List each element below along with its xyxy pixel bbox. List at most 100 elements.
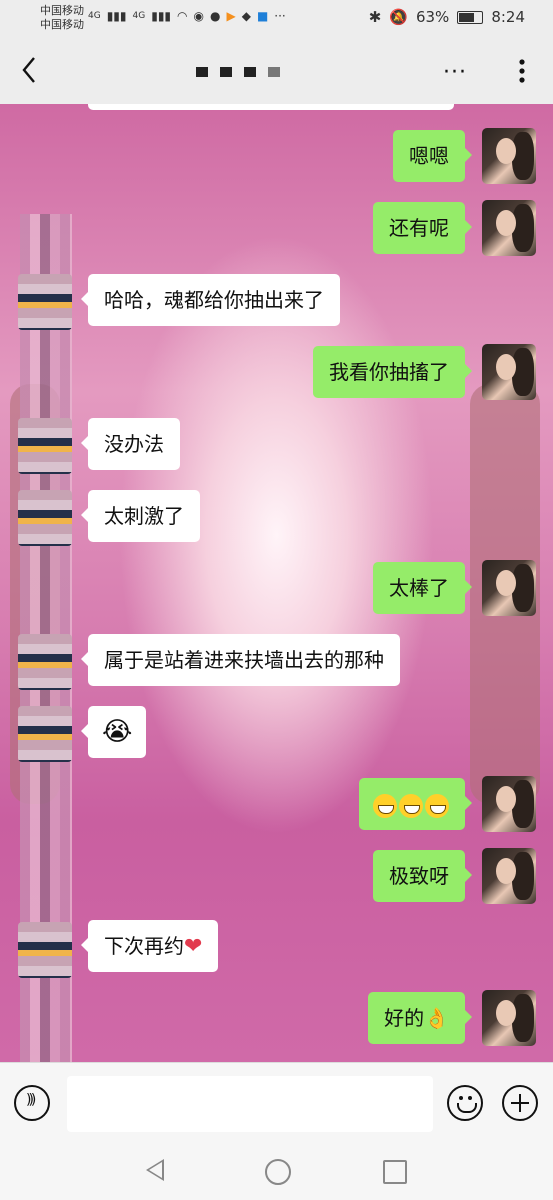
voice-input-icon[interactable] — [14, 1085, 50, 1121]
message-row: 我看你抽搐了 — [313, 346, 472, 398]
my-avatar[interactable] — [482, 776, 536, 832]
avatar-hair — [512, 204, 534, 252]
my-avatar[interactable] — [482, 990, 536, 1046]
avatar-face — [496, 354, 516, 380]
battery-level — [459, 12, 475, 22]
contact-avatar[interactable] — [18, 418, 72, 474]
message-text: 好的 — [384, 1006, 425, 1030]
emoji-picker-icon[interactable] — [447, 1085, 483, 1121]
message-bubble-out[interactable]: 还有呢 — [373, 202, 472, 254]
carrier-labels: 中国移动 中国移动 — [40, 4, 84, 32]
chevron-left-icon[interactable] — [16, 54, 44, 86]
crying-laughing-emoji-icon: 😭 — [102, 717, 133, 747]
contact-avatar[interactable] — [18, 634, 72, 690]
message-row: 哈哈，魂都给你抽出来了 — [81, 274, 340, 326]
add-attachment-icon[interactable] — [502, 1085, 538, 1121]
network-2-label: 4G — [132, 11, 146, 21]
message-row — [359, 778, 472, 830]
chat-messages-area[interactable]: 嗯嗯 还有呢 哈哈，魂都给你抽出来了 我看你抽搐了 没办法 太刺激了 太棒了 属… — [0, 104, 553, 1062]
avatar-hair — [512, 564, 534, 612]
mosaic-block — [244, 66, 256, 77]
avatar-face — [496, 210, 516, 236]
message-bubble-out[interactable]: 极致呀 — [373, 850, 472, 902]
signal-icon: ▮▮▮ — [106, 9, 127, 23]
avatar-face — [496, 1000, 516, 1026]
avatar-face — [496, 570, 516, 596]
avatar-face — [496, 786, 516, 812]
clock: 8:24 — [491, 8, 525, 26]
message-row: 嗯嗯 — [393, 130, 472, 182]
message-row: 😭 — [80, 706, 147, 758]
message-bubble-in[interactable]: 哈哈，魂都给你抽出来了 — [81, 274, 340, 326]
message-bubble-partial — [88, 104, 454, 110]
message-bubble-out[interactable] — [359, 778, 472, 830]
message-row: 属于是站着进来扶墙出去的那种 — [81, 634, 400, 686]
mosaic-block — [220, 66, 232, 77]
contact-avatar[interactable] — [18, 274, 72, 330]
message-bubble-out[interactable]: 太棒了 — [373, 562, 472, 614]
more-options-button[interactable]: ··· — [443, 60, 467, 85]
nav-back-icon[interactable] — [146, 1159, 164, 1181]
wifi-icon: ◠ — [177, 9, 188, 23]
contact-avatar[interactable] — [18, 706, 72, 762]
mosaic-block — [196, 66, 208, 77]
message-bubble-in[interactable]: 😭 — [80, 706, 147, 758]
message-bubble-in[interactable]: 太刺激了 — [81, 490, 200, 542]
avatar-face — [496, 138, 516, 164]
carrier-1: 中国移动 — [40, 4, 84, 17]
my-avatar[interactable] — [482, 344, 536, 400]
message-row: 下次再约❤ — [80, 920, 219, 972]
grinning-emoji-icon — [399, 793, 423, 818]
status-icons: 4G ▮▮▮ 4G ▮▮▮ ◠ ◉ ● ▶ ◆ ■ ··· — [88, 9, 286, 23]
video-app-icon: ▶ — [226, 9, 236, 23]
contact-avatar[interactable] — [18, 922, 72, 978]
mosaic-block — [268, 66, 280, 77]
carrier-2: 中国移动 — [40, 18, 84, 31]
nav-recents-icon[interactable] — [383, 1160, 407, 1184]
message-bubble-out[interactable]: 好的👌 — [368, 992, 472, 1044]
emoji-mouth — [457, 1103, 477, 1113]
battery-icon — [457, 10, 484, 24]
message-row: 没办法 — [81, 418, 180, 470]
grinning-emoji-icon — [425, 793, 449, 818]
app-icon-blue: ■ — [256, 9, 269, 23]
status-bar: 中国移动 中国移动 4G ▮▮▮ 4G ▮▮▮ ◠ ◉ ● ▶ ◆ ■ ··· … — [0, 0, 553, 36]
message-bubble-icon: ◆ — [241, 9, 251, 23]
app-notification-icon: ◉ — [193, 9, 204, 23]
grinning-emoji-icon — [373, 793, 397, 818]
my-avatar[interactable] — [482, 128, 536, 184]
message-input[interactable] — [67, 1076, 433, 1132]
message-bubble-in[interactable]: 没办法 — [81, 418, 180, 470]
chat-header: ··· — [0, 36, 553, 104]
avatar-face — [496, 858, 516, 884]
emoji-eye — [468, 1096, 472, 1100]
signal-icon-2: ▮▮▮ — [151, 9, 172, 23]
battery-percent: 63% — [415, 8, 450, 26]
contact-avatar[interactable] — [18, 490, 72, 546]
avatar-hair — [512, 132, 534, 180]
message-bubble-in[interactable]: 下次再约❤ — [80, 920, 219, 972]
system-nav-bar — [0, 1142, 553, 1200]
my-avatar[interactable] — [482, 848, 536, 904]
message-bubble-in[interactable]: 属于是站着进来扶墙出去的那种 — [81, 634, 400, 686]
message-row: 还有呢 — [373, 202, 472, 254]
message-bubble-out[interactable]: 嗯嗯 — [393, 130, 472, 182]
status-right: ✱ 🔕 63% 8:24 — [369, 8, 525, 26]
bluetooth-icon: ✱ — [368, 8, 382, 26]
emoji-eye — [459, 1096, 463, 1100]
input-bar — [0, 1062, 553, 1143]
my-avatar[interactable] — [482, 200, 536, 256]
kebab-menu-icon[interactable] — [512, 56, 532, 86]
message-bubble-out[interactable]: 我看你抽搐了 — [313, 346, 472, 398]
avatar-hair — [512, 994, 534, 1042]
chat-notification-icon: ● — [210, 9, 221, 23]
mute-icon: 🔕 — [389, 8, 408, 26]
network-1-label: 4G — [88, 11, 101, 21]
more-notifications-icon: ··· — [274, 9, 286, 23]
avatar-hair — [512, 852, 534, 900]
nav-home-icon[interactable] — [265, 1159, 291, 1185]
avatar-hair — [512, 348, 534, 396]
message-text: 下次再约 — [104, 934, 184, 958]
heart-emoji-icon: ❤ — [184, 934, 203, 959]
my-avatar[interactable] — [482, 560, 536, 616]
